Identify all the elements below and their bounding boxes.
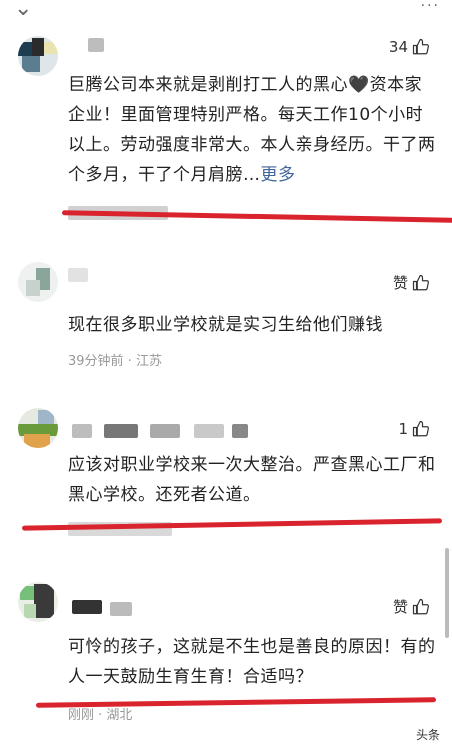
avatar[interactable]: [18, 36, 58, 76]
like-label: 赞: [392, 598, 408, 616]
more-options-icon[interactable]: ···: [421, 0, 440, 14]
thumbs-up-icon: [412, 598, 429, 614]
username-blurred[interactable]: [88, 38, 104, 52]
top-bar: ⌄ ···: [0, 0, 452, 22]
like-button[interactable]: 34: [389, 38, 430, 56]
username-blurred: [150, 424, 180, 438]
username-blurred: [104, 424, 138, 438]
expand-more-link[interactable]: 更多: [261, 165, 296, 185]
red-underline: [35, 697, 437, 708]
username-blurred: [194, 424, 224, 438]
like-count: 34: [388, 38, 408, 56]
avatar[interactable]: [18, 408, 58, 448]
comment-text: 应该对职业学校来一次大整治。严查黑心工厂和黑心学校。还死者公道。: [68, 455, 436, 505]
like-count: 1: [398, 420, 408, 438]
comment-body: 巨腾公司本来就是剥削打工人的黑心🖤资本家企业！里面管理特别严格。每天工作10个小…: [68, 75, 436, 185]
thumbs-up-icon: [412, 420, 429, 437]
username-blurred[interactable]: [72, 600, 102, 614]
avatar[interactable]: [18, 582, 58, 622]
scrollbar[interactable]: [445, 548, 449, 638]
avatar[interactable]: [18, 262, 58, 302]
comment-text: 现在很多职业学校就是实习生给他们赚钱: [68, 315, 383, 335]
like-label: 赞: [392, 274, 408, 292]
thumbs-up-icon: [412, 274, 429, 290]
thumbs-up-icon: [412, 38, 429, 55]
comment-text: 可怜的孩子，这就是不生也是善良的原因！有的人一天鼓励生育生育！合适吗？: [68, 637, 436, 687]
username-blurred[interactable]: [68, 268, 88, 282]
comment-meta: 39分钟前 · 江苏: [68, 354, 162, 369]
comment-text: 巨腾公司本来就是剥削打工人的黑心🖤资本家企业！里面管理特别严格。每天工作10个小…: [68, 70, 438, 190]
username-blurred: [232, 424, 248, 438]
back-chevron-icon[interactable]: ⌄: [14, 0, 32, 21]
watermark: 头条: [411, 725, 444, 744]
red-underline: [21, 518, 443, 531]
like-button[interactable]: 赞: [393, 596, 430, 617]
username-blurred: [110, 602, 132, 616]
username-blurred[interactable]: [72, 424, 92, 438]
like-button[interactable]: 赞: [393, 272, 430, 293]
like-button[interactable]: 1: [398, 420, 430, 438]
